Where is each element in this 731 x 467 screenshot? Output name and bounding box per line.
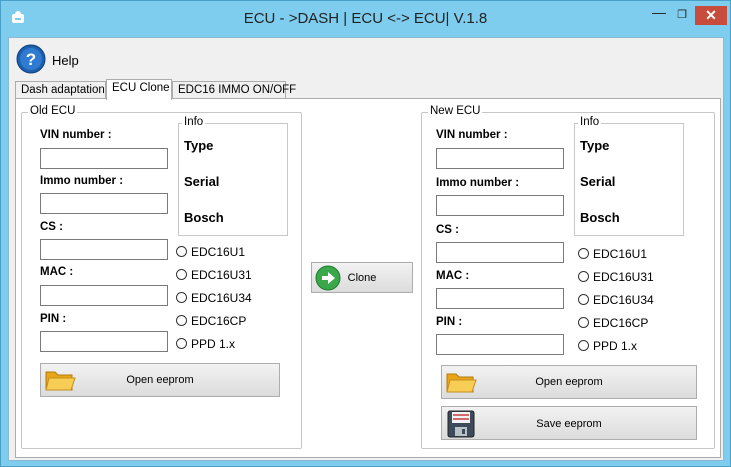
radio-circle: [176, 246, 187, 257]
title-bar: ECU - >DASH | ECU <-> ECU| V.1.8 — ❐ ✕: [1, 1, 730, 37]
radio-label: EDC16U34: [593, 293, 654, 307]
old-mac-label: MAC :: [40, 266, 74, 278]
client-area: ? Help Dash adaptation ECU Clone EDC16 I…: [8, 37, 724, 461]
minimize-button[interactable]: —: [646, 5, 672, 23]
radio-circle: [176, 315, 187, 326]
clone-label: Clone: [347, 272, 377, 284]
open-eeprom-label: Open eeprom: [535, 376, 603, 388]
new-ecu-title: New ECU: [428, 105, 483, 117]
svg-text:?: ?: [26, 50, 36, 69]
old-ecu-title: Old ECU: [28, 105, 78, 117]
old-info-title: Info: [182, 116, 206, 128]
new-info-serial: Serial: [580, 174, 616, 189]
window-title: ECU - >DASH | ECU <-> ECU| V.1.8: [243, 10, 488, 27]
clone-button[interactable]: Clone: [311, 262, 413, 293]
radio-circle: [176, 292, 187, 303]
radio-label: EDC16U1: [593, 247, 648, 261]
maximize-button[interactable]: ❐: [672, 7, 692, 23]
old-vin-input[interactable]: [40, 148, 168, 169]
old-ecu-group: Old ECU VIN number : Immo number : CS : …: [21, 105, 302, 449]
new-info-type: Type: [580, 138, 610, 153]
new-vin-label: VIN number :: [436, 129, 508, 141]
radio-label: PPD 1.x: [191, 337, 236, 351]
old-mac-input[interactable]: [40, 285, 168, 306]
old-cs-label: CS :: [40, 221, 63, 233]
old-info-bosch: Bosch: [184, 210, 224, 225]
radio-circle: [578, 248, 589, 259]
close-button[interactable]: ✕: [695, 6, 727, 25]
old-cs-input[interactable]: [40, 239, 168, 260]
old-pin-input[interactable]: [40, 331, 168, 352]
old-open-eeprom-button[interactable]: Open eeprom: [40, 363, 280, 397]
new-cs-label: CS :: [436, 224, 459, 236]
tab-ecu-clone[interactable]: ECU Clone: [106, 79, 172, 100]
new-mac-input[interactable]: [436, 288, 564, 309]
old-immo-input[interactable]: [40, 193, 168, 214]
radio-circle: [578, 317, 589, 328]
radio-circle: [176, 338, 187, 349]
new-immo-input[interactable]: [436, 195, 564, 216]
new-info-bosch: Bosch: [580, 210, 620, 225]
old-info-box: Info Type Serial Bosch: [178, 116, 288, 236]
new-open-eeprom-button[interactable]: Open eeprom: [441, 365, 697, 399]
save-eeprom-label: Save eeprom: [536, 418, 602, 430]
open-eeprom-label: Open eeprom: [126, 374, 194, 386]
new-vin-input[interactable]: [436, 148, 564, 169]
radio-label: EDC16U31: [191, 268, 252, 282]
new-info-box: Info Type Serial Bosch: [574, 116, 684, 236]
new-pin-input[interactable]: [436, 334, 564, 355]
radio-circle: [578, 340, 589, 351]
old-immo-label: Immo number :: [40, 175, 124, 187]
old-pin-label: PIN :: [40, 313, 67, 325]
help-label: Help: [52, 53, 79, 68]
radio-label: PPD 1.x: [593, 339, 638, 353]
new-cs-input[interactable]: [436, 242, 564, 263]
new-pin-label: PIN :: [436, 316, 463, 328]
help-icon: ?: [16, 44, 46, 74]
new-ecu-group: New ECU VIN number : Immo number : CS : …: [421, 105, 715, 449]
radio-label: EDC16CP: [593, 316, 649, 330]
radio-circle: [578, 271, 589, 282]
radio-label: EDC16U31: [593, 270, 654, 284]
old-info-type: Type: [184, 138, 214, 153]
tab-edc16-immo[interactable]: EDC16 IMMO ON/OFF: [172, 81, 296, 99]
new-mac-label: MAC :: [436, 270, 470, 282]
radio-label: EDC16U1: [191, 245, 246, 259]
save-eeprom-button[interactable]: Save eeprom: [441, 406, 697, 440]
radio-circle: [176, 269, 187, 280]
new-immo-label: Immo number :: [436, 177, 520, 189]
old-vin-label: VIN number :: [40, 129, 112, 141]
app-window: ECU - >DASH | ECU <-> ECU| V.1.8 — ❐ ✕ ?…: [0, 0, 731, 467]
ecu-clone-panel: Old ECU VIN number : Immo number : CS : …: [15, 98, 721, 458]
new-info-title: Info: [578, 116, 602, 128]
old-info-serial: Serial: [184, 174, 220, 189]
radio-circle: [578, 294, 589, 305]
tab-dash-adaptation[interactable]: Dash adaptation: [15, 81, 106, 99]
radio-label: EDC16U34: [191, 291, 252, 305]
radio-label: EDC16CP: [191, 314, 247, 328]
